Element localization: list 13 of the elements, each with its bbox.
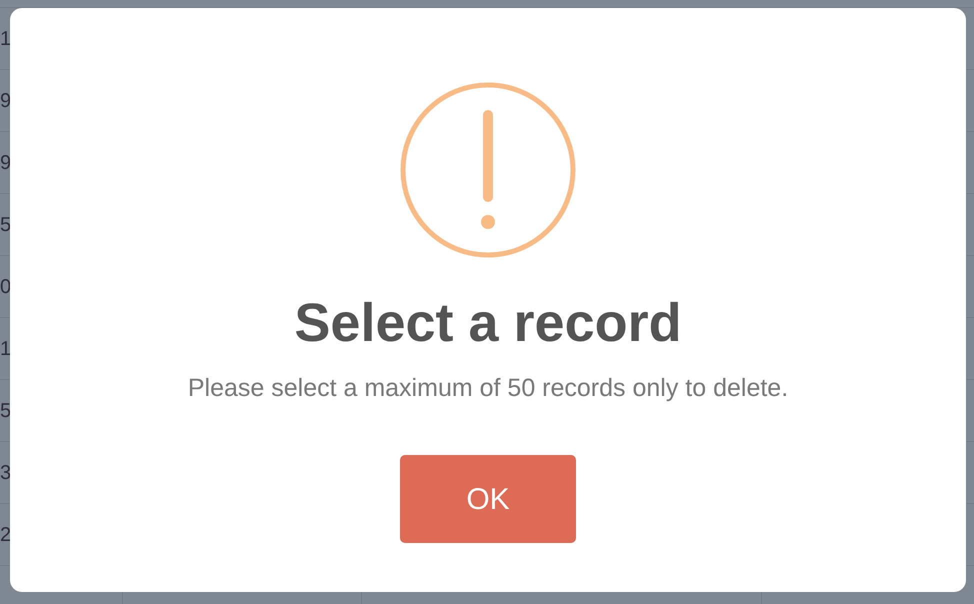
- table-cell: 2: [0, 524, 12, 544]
- table-cell: 0: [0, 276, 12, 296]
- ok-button[interactable]: OK: [400, 455, 576, 543]
- dialog-message: Please select a maximum of 50 records only to delete.: [188, 376, 788, 401]
- warning-icon: [400, 82, 576, 258]
- table-cell: 3: [0, 462, 12, 482]
- table-cell: 1: [0, 28, 12, 48]
- dialog-title: Select a record: [294, 296, 682, 350]
- table-cell: 5: [0, 400, 12, 420]
- table-cell: 5: [0, 214, 12, 234]
- table-cell: 1: [0, 338, 12, 358]
- table-cell: 9: [0, 90, 12, 110]
- table-cell: 9: [0, 152, 12, 172]
